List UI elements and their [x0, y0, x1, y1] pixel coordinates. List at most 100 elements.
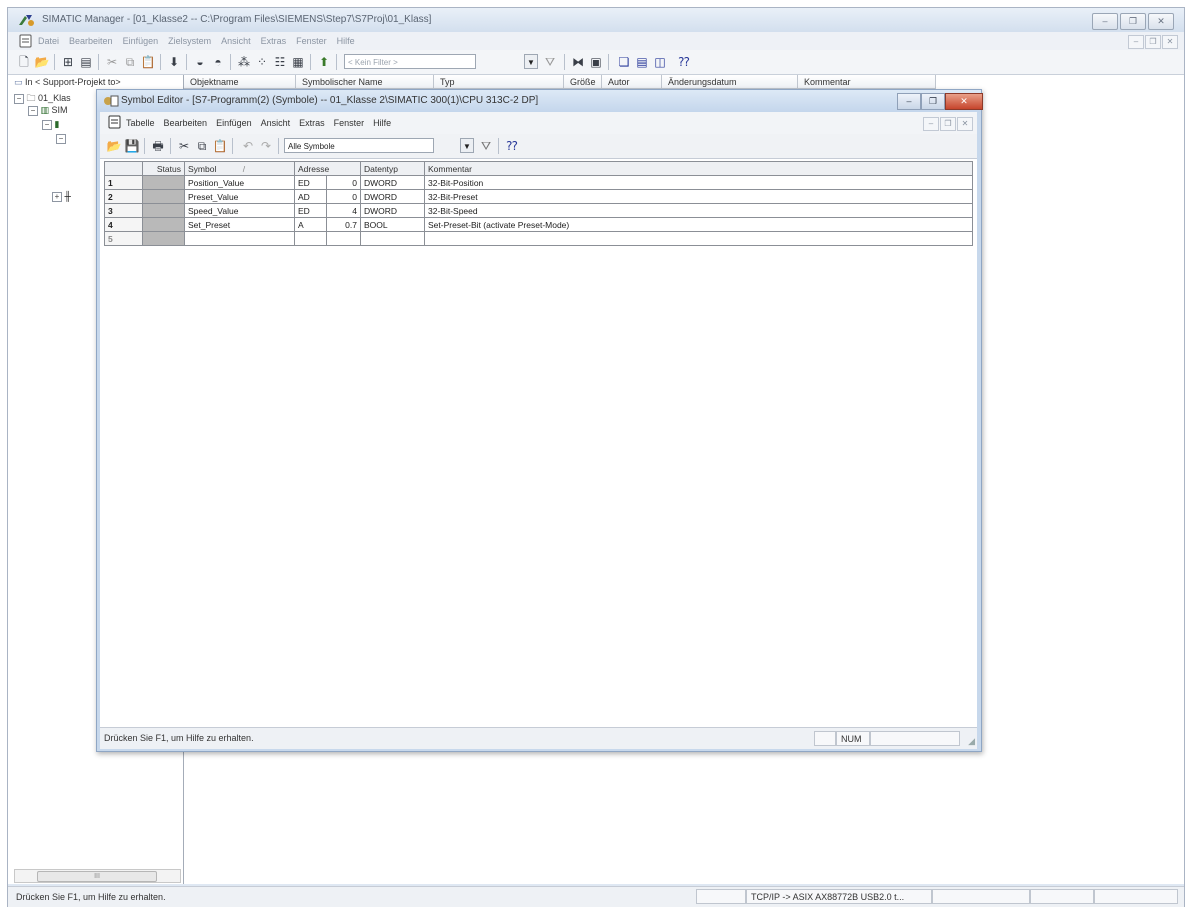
cascade-icon[interactable]: ❏: [616, 54, 632, 70]
mdi-restore-icon[interactable]: ❐: [1145, 35, 1161, 49]
filter-icon[interactable]: ⛛: [478, 138, 494, 154]
col-autor[interactable]: Autor: [602, 75, 662, 89]
context-help-icon[interactable]: ⁇: [676, 54, 692, 70]
cell-address-number[interactable]: 0: [326, 175, 361, 190]
cell-comment[interactable]: 32-Bit-Preset: [424, 189, 973, 204]
tree-root[interactable]: ▭ In < Support-Projekt to>: [14, 77, 121, 88]
mdi-restore-icon[interactable]: ❐: [940, 117, 956, 131]
cell-symbol[interactable]: [184, 231, 295, 246]
menu-tabelle[interactable]: Tabelle: [126, 118, 155, 128]
details-view-icon[interactable]: ▦: [290, 54, 306, 70]
cell-comment[interactable]: [424, 231, 973, 246]
print-icon[interactable]: 🖶: [150, 138, 166, 154]
col-kommentar[interactable]: Kommentar: [424, 161, 973, 176]
cell-symbol[interactable]: Position_Value: [184, 175, 295, 190]
col-status[interactable]: Status: [142, 161, 185, 176]
minimize-icon[interactable]: –: [1092, 13, 1118, 30]
menu-fenster[interactable]: Fenster: [296, 36, 327, 46]
copy-icon[interactable]: ⧉: [194, 138, 210, 154]
col-symbolischer-name[interactable]: Symbolischer Name: [296, 75, 434, 89]
col-objektname[interactable]: Objektname: [184, 75, 296, 89]
cell-address-operand[interactable]: ED: [294, 203, 327, 218]
table-row[interactable]: 3 Speed_Value ED 4 DWORD 32-Bit-Speed: [104, 203, 973, 218]
menu-datei[interactable]: Datei: [38, 36, 59, 46]
cell-address-number[interactable]: 0: [326, 189, 361, 204]
cell-address-operand[interactable]: [294, 231, 327, 246]
cell-address-number[interactable]: [326, 231, 361, 246]
col-groesse[interactable]: Größe: [564, 75, 602, 89]
close-icon[interactable]: ✕: [1148, 13, 1174, 30]
menu-hilfe[interactable]: Hilfe: [337, 36, 355, 46]
symbol-editor-title-bar[interactable]: Symbol Editor - [S7-Programm(2) (Symbole…: [97, 90, 983, 112]
filter-icon[interactable]: ⛛: [542, 54, 558, 70]
cell-symbol[interactable]: Preset_Value: [184, 189, 295, 204]
context-help-icon[interactable]: ⁇: [504, 138, 520, 154]
minimize-icon[interactable]: –: [897, 93, 921, 110]
save-icon[interactable]: 💾: [124, 138, 140, 154]
table-row[interactable]: 2 Preset_Value AD 0 DWORD 32-Bit-Preset: [104, 189, 973, 204]
tree-horizontal-scrollbar[interactable]: III: [14, 869, 181, 883]
col-kommentar[interactable]: Kommentar: [798, 75, 936, 89]
accessible-nodes-icon[interactable]: ⊞: [60, 54, 76, 70]
cell-comment[interactable]: Set-Preset-Bit (activate Preset-Mode): [424, 217, 973, 232]
cut-icon[interactable]: ✂: [104, 54, 120, 70]
symbol-filter-select[interactable]: Alle Symbole: [284, 138, 434, 153]
menu-bearbeiten[interactable]: Bearbeiten: [69, 36, 113, 46]
manager-filter-select[interactable]: < Kein Filter >: [344, 54, 476, 69]
download-icon[interactable]: ⬇: [166, 54, 182, 70]
row-number[interactable]: 1: [104, 175, 143, 190]
mdi-close-icon[interactable]: ✕: [957, 117, 973, 131]
cell-address-operand[interactable]: A: [294, 217, 327, 232]
cell-datatype[interactable]: BOOL: [360, 217, 425, 232]
col-aenderungsdatum[interactable]: Änderungsdatum: [662, 75, 798, 89]
cell-datatype[interactable]: DWORD: [360, 175, 425, 190]
mdi-minimize-icon[interactable]: –: [923, 117, 939, 131]
tile-horizontal-icon[interactable]: ▤: [634, 54, 650, 70]
undo-icon[interactable]: ↶: [240, 138, 256, 154]
filter-dropdown-arrow-icon[interactable]: ▼: [524, 54, 538, 69]
collapse-icon[interactable]: −: [28, 105, 38, 116]
menu-ansicht[interactable]: Ansicht: [261, 118, 291, 128]
col-symbol[interactable]: Symbol /: [184, 161, 295, 176]
open-icon[interactable]: 📂: [106, 138, 122, 154]
manager-title-bar[interactable]: SIMATIC Manager - [01_Klasse2 -- C:\Prog…: [8, 8, 1184, 32]
cell-symbol[interactable]: Set_Preset: [184, 217, 295, 232]
tree-network[interactable]: + ╫: [52, 191, 71, 202]
mdi-minimize-icon[interactable]: –: [1128, 35, 1144, 49]
resize-grip-icon[interactable]: ◢: [968, 736, 975, 747]
cell-address-number[interactable]: 4: [326, 203, 361, 218]
menu-fenster[interactable]: Fenster: [334, 118, 365, 128]
close-icon[interactable]: ✕: [945, 93, 983, 110]
cell-datatype[interactable]: [360, 231, 425, 246]
corner-header[interactable]: [104, 161, 143, 176]
cell-comment[interactable]: 32-Bit-Speed: [424, 203, 973, 218]
small-icons-icon[interactable]: ⁘: [254, 54, 270, 70]
open-icon[interactable]: 📂: [34, 54, 50, 70]
tree-station[interactable]: − ▥ SIM: [28, 105, 68, 116]
up-one-level-icon[interactable]: ⬆: [316, 54, 332, 70]
scroll-thumb[interactable]: III: [37, 871, 157, 882]
menu-hilfe[interactable]: Hilfe: [373, 118, 391, 128]
cell-address-operand[interactable]: AD: [294, 189, 327, 204]
menu-bearbeiten[interactable]: Bearbeiten: [164, 118, 208, 128]
menu-zielsystem[interactable]: Zielsystem: [168, 36, 211, 46]
restore-icon[interactable]: ❐: [1120, 13, 1146, 30]
mdi-close-icon[interactable]: ✕: [1162, 35, 1178, 49]
row-number[interactable]: 3: [104, 203, 143, 218]
menu-einfuegen[interactable]: Einfügen: [123, 36, 159, 46]
collapse-icon[interactable]: −: [56, 133, 66, 144]
tree-cpu[interactable]: − ▮: [42, 119, 59, 130]
menu-extras[interactable]: Extras: [299, 118, 325, 128]
tile-vertical-icon[interactable]: ◫: [652, 54, 668, 70]
netpro-icon[interactable]: ⧓: [570, 54, 586, 70]
row-number[interactable]: 5: [104, 231, 143, 246]
paste-icon[interactable]: 📋: [212, 138, 228, 154]
col-adresse[interactable]: Adresse: [294, 161, 361, 176]
paste-icon[interactable]: 📋: [140, 54, 156, 70]
table-row[interactable]: 1 Position_Value ED 0 DWORD 32-Bit-Posit…: [104, 175, 973, 190]
cell-address-number[interactable]: 0.7: [326, 217, 361, 232]
cell-datatype[interactable]: DWORD: [360, 203, 425, 218]
collapse-icon[interactable]: −: [14, 93, 24, 104]
offline-icon[interactable]: ◓: [210, 54, 226, 70]
tree-program[interactable]: −: [56, 133, 66, 144]
